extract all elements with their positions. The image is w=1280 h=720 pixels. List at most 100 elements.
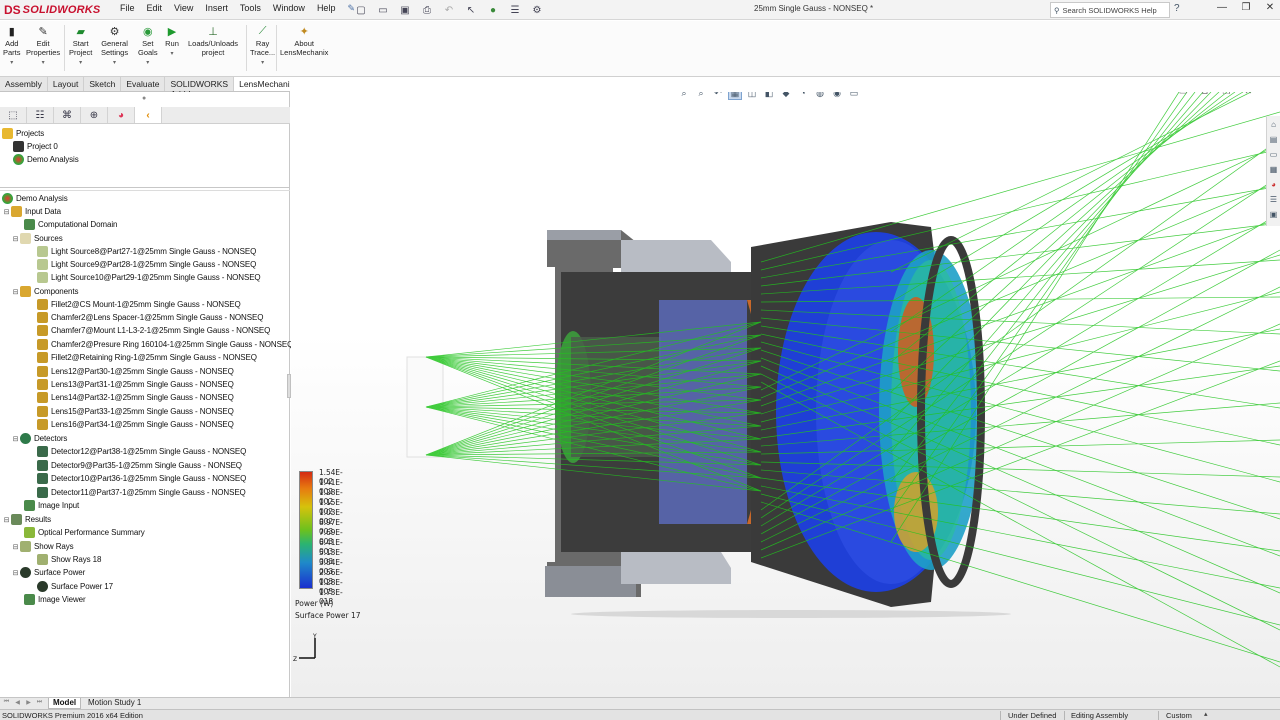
tab-model[interactable]: Model — [48, 698, 82, 709]
previous-view-icon[interactable]: ↶ — [711, 92, 725, 100]
lensmechanix-back-icon[interactable]: ‹ — [135, 107, 162, 123]
open-icon[interactable]: ▭ — [374, 2, 392, 18]
first-tab-icon[interactable]: ⏮ — [2, 699, 11, 706]
tree-row-surface-power-17[interactable]: Surface Power 17 — [37, 580, 113, 593]
tree-row-source[interactable]: Light Source10@Part29-1@25mm Single Gaus… — [37, 271, 261, 284]
tree-row-surface-power[interactable]: ⊟ Surface Power — [11, 566, 85, 579]
tree-row-project-0[interactable]: Project 0 — [13, 140, 58, 153]
prev-tab-icon[interactable]: ◀ — [13, 699, 22, 706]
menu-edit[interactable]: Edit — [141, 3, 169, 14]
tree-row-optical-summary[interactable]: Optical Performance Summary — [24, 526, 145, 539]
menu-help[interactable]: Help — [311, 3, 342, 14]
tree-row-sources[interactable]: ⊟ Sources — [11, 232, 63, 245]
tree-row-image-viewer[interactable]: Image Viewer — [24, 593, 86, 606]
tree-row-projects[interactable]: Projects — [2, 127, 44, 140]
menu-insert[interactable]: Insert — [199, 3, 234, 14]
set-goals-button[interactable]: ◉ Set Goals ▾ — [138, 25, 158, 66]
display-style-icon[interactable]: ◆ — [779, 92, 793, 100]
close-icon[interactable]: ✕ — [1264, 2, 1276, 13]
menu-tools[interactable]: Tools — [234, 3, 267, 14]
display-manager-tab-icon[interactable]: ◕ — [108, 107, 135, 123]
tree-row-component[interactable]: Lens16@Part34-1@25mm Single Gauss - NONS… — [37, 418, 234, 431]
tree-row-detectors[interactable]: ⊟ Detectors — [11, 432, 67, 445]
appearance-icon[interactable]: ◍ — [813, 92, 827, 100]
restore-icon[interactable]: ❐ — [1240, 2, 1252, 13]
tree-row-show-rays-18[interactable]: Show Rays 18 — [37, 553, 101, 566]
property-manager-tab-icon[interactable]: ☷ — [27, 107, 54, 123]
collapse-icon[interactable]: ⊟ — [11, 569, 20, 577]
units-chevron-icon[interactable]: ▴ — [1204, 710, 1208, 718]
hide-show-items-icon[interactable]: ◔ — [796, 92, 810, 100]
tree-row-detector[interactable]: Detector10@Part36-1@25mm Single Gauss - … — [37, 472, 246, 485]
tree-row-computational-domain[interactable]: Computational Domain — [24, 218, 117, 231]
tab-sketch[interactable]: Sketch — [84, 77, 122, 91]
tree-row-input-data[interactable]: ⊟ Input Data — [2, 205, 61, 218]
add-parts-button[interactable]: ▮ Add Parts ▾ — [3, 25, 21, 66]
tree-row-component[interactable]: Chamfer2@Presure Ring 160104-1@25mm Sing… — [37, 338, 293, 351]
tree-row-detector[interactable]: Detector9@Part35-1@25mm Single Gauss - N… — [37, 459, 242, 472]
menu-window[interactable]: Window — [267, 3, 311, 14]
tree-row-detector[interactable]: Detector11@Part37-1@25mm Single Gauss - … — [37, 486, 246, 499]
start-project-button[interactable]: ▰ Start Project ▾ — [69, 25, 92, 66]
tree-row-component[interactable]: Lens12@Part30-1@25mm Single Gauss - NONS… — [37, 365, 234, 378]
tab-assembly[interactable]: Assembly — [0, 77, 48, 91]
last-tab-icon[interactable]: ⏭ — [35, 699, 44, 706]
units-selector[interactable]: Custom — [1166, 711, 1192, 720]
undo-icon[interactable]: ↶ — [440, 2, 458, 18]
minimize-icon[interactable]: — — [1216, 2, 1228, 13]
file-properties-icon[interactable]: ☰ — [506, 2, 524, 18]
configuration-manager-tab-icon[interactable]: ⌘ — [54, 107, 81, 123]
loads-unloads-button[interactable]: ⊥ Loads/Unloads project — [188, 25, 238, 57]
tree-row-demo-analysis[interactable]: Demo Analysis — [13, 153, 79, 166]
tree-row-component[interactable]: Lens15@Part33-1@25mm Single Gauss - NONS… — [37, 405, 234, 418]
view-palette-icon[interactable]: ▦ — [1268, 163, 1279, 175]
help-question-icon[interactable]: ? — [1174, 3, 1180, 14]
collapse-icon[interactable]: ⊟ — [11, 543, 20, 551]
tree-row-source[interactable]: Light Source8@Part27-1@25mm Single Gauss… — [37, 245, 256, 258]
ray-trace-button[interactable]: ⟋ Ray Trace... ▾ — [250, 25, 275, 66]
tree-row-component[interactable]: Chamfer2@Lens Spacer-1@25mm Single Gauss… — [37, 311, 263, 324]
tree-row-component[interactable]: Lens14@Part32-1@25mm Single Gauss - NONS… — [37, 391, 234, 404]
save-icon[interactable]: ▣ — [396, 2, 414, 18]
collapse-icon[interactable]: ⊟ — [11, 435, 20, 443]
dimxpert-tab-icon[interactable]: ⊕ — [81, 107, 108, 123]
feature-manager-tab-icon[interactable]: ⬚ — [0, 107, 27, 123]
viewport-tile-icon[interactable]: ⊔ — [1201, 92, 1208, 97]
next-tab-icon[interactable]: ▶ — [24, 699, 33, 706]
solidworks-logo[interactable]: DS SOLIDWORKS — [4, 2, 100, 18]
print-icon[interactable]: ⎙ — [418, 2, 436, 18]
viewport-minimize-icon[interactable]: ▭ — [1179, 92, 1188, 97]
viewport-restore-icon[interactable]: ❐ — [1222, 92, 1230, 97]
tab-motion-study-1[interactable]: Motion Study 1 — [84, 698, 145, 709]
edit-properties-button[interactable]: ✎ Edit Properties ▾ — [26, 25, 60, 66]
menu-view[interactable]: View — [168, 3, 199, 14]
viewport-close-icon[interactable]: ✕ — [1244, 92, 1252, 97]
about-lensmechanix-button[interactable]: ✦ About LensMechanix — [280, 25, 328, 57]
file-explorer-icon[interactable]: ▭ — [1268, 148, 1279, 160]
solidworks-forum-icon[interactable]: ▣ — [1268, 208, 1279, 220]
tree-row-image-input[interactable]: Image Input — [24, 499, 79, 512]
select-icon[interactable]: ↖ — [462, 2, 480, 18]
zoom-area-icon[interactable]: ⌕ — [694, 92, 708, 100]
tree-row-component[interactable]: Chamfer7@Mount L1-L3-2-1@25mm Single Gau… — [37, 324, 270, 337]
tree-row-component[interactable]: Lens13@Part31-1@25mm Single Gauss - NONS… — [37, 378, 234, 391]
view-orientation-icon[interactable]: ◧ — [762, 92, 776, 100]
collapse-icon[interactable]: ⊟ — [11, 235, 20, 243]
collapse-icon[interactable]: ⊟ — [2, 516, 11, 524]
solidworks-resources-icon[interactable]: ⌂ — [1268, 118, 1279, 130]
tree-row-source[interactable]: Light Source9@Part28-1@25mm Single Gauss… — [37, 258, 256, 271]
graphics-viewport[interactable]: ⌕ ⌕ ↶ ▦ ◫ ◧ ◆ ◔ ◍ ◉ ▭ ▭ ⊔ ❐ ✕ ⌂ ▤ ▭ ▦ ◕ … — [291, 92, 1280, 697]
tree-row-component[interactable]: Fillet2@Retaining Ring-1@25mm Single Gau… — [37, 351, 257, 364]
tree-row-show-rays[interactable]: ⊟ Show Rays — [11, 540, 74, 553]
tab-solidworks-addins[interactable]: SOLIDWORKS Add-Ins — [165, 77, 235, 99]
general-settings-button[interactable]: ⚙ General Settings ▾ — [101, 25, 128, 66]
new-document-icon[interactable]: ▢ — [352, 2, 370, 18]
collapse-icon[interactable]: ⊟ — [2, 208, 11, 216]
scene-icon[interactable]: ◉ — [830, 92, 844, 100]
collapse-icon[interactable]: ⊟ — [11, 288, 20, 296]
design-library-icon[interactable]: ▤ — [1268, 133, 1279, 145]
tree-row-components[interactable]: ⊟ Components — [11, 285, 78, 298]
help-search-input[interactable]: ⚲ Search SOLIDWORKS Help — [1050, 2, 1170, 18]
tree-row-demo-analysis-root[interactable]: Demo Analysis — [2, 192, 68, 205]
section-view-icon[interactable]: ▦ — [728, 92, 742, 100]
